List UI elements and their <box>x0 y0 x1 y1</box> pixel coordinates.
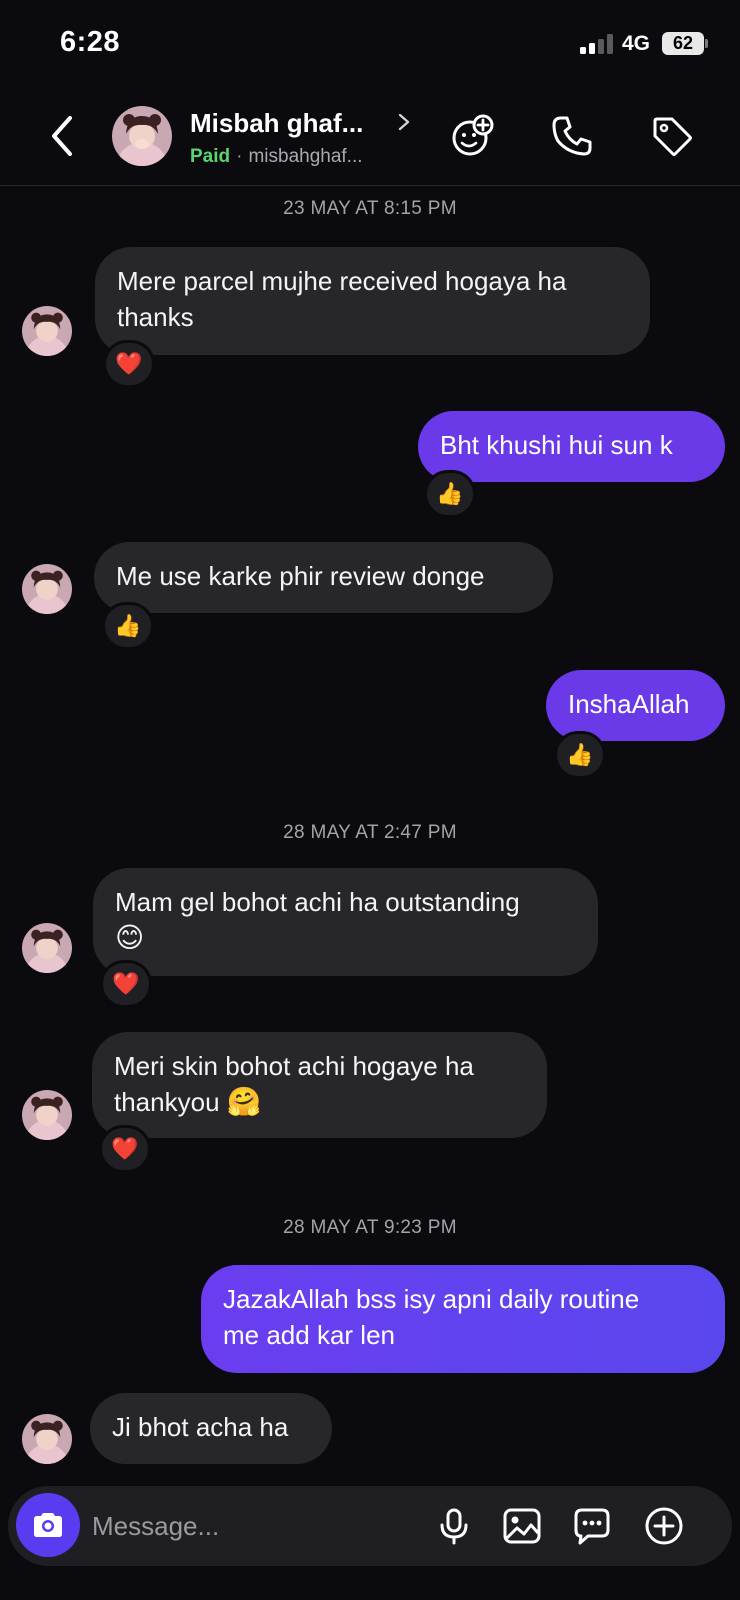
incoming-message[interactable]: Mam gel bohot achi ha outstanding 😊 <box>93 868 598 976</box>
contact-avatar-small[interactable] <box>22 923 72 973</box>
message-text-line: Bht khushi hui sun k <box>440 430 673 460</box>
chevron-right-icon[interactable] <box>396 110 412 134</box>
message-text: thankyou <box>114 1087 220 1117</box>
add-sticker-icon <box>452 114 494 156</box>
outgoing-message[interactable]: JazakAllah bss isy apni daily routine me… <box>201 1265 725 1373</box>
separator-dot: · <box>236 146 243 167</box>
battery-level: 62 <box>672 33 694 53</box>
message-text-line: thanks <box>117 302 194 332</box>
message-text-line: Me use karke phir review donge <box>116 561 485 591</box>
gallery-button[interactable] <box>502 1506 542 1546</box>
message-composer <box>8 1486 732 1566</box>
contact-subtitle: Paid · misbahghaf... <box>190 146 363 168</box>
heart-reaction[interactable]: ❤️ <box>99 1125 151 1173</box>
phone-icon <box>552 116 592 156</box>
incoming-message[interactable]: Ji bhot acha ha <box>90 1393 332 1464</box>
chevron-left-icon <box>52 116 72 156</box>
message-text-line: Mam gel bohot achi ha outstanding <box>115 887 520 917</box>
heart-reaction[interactable]: ❤️ <box>103 340 155 388</box>
contact-avatar-small[interactable] <box>22 564 72 614</box>
plus-circle-icon <box>645 1507 683 1545</box>
avatar-image <box>22 306 72 356</box>
incoming-message[interactable]: Meri skin bohot achi hogaye ha thankyou … <box>92 1032 547 1138</box>
avatar-image <box>22 923 72 973</box>
message-text-line: Ji bhot acha ha <box>112 1412 289 1442</box>
incoming-message[interactable]: Mere parcel mujhe received hogaya ha tha… <box>95 247 650 355</box>
chat-header: Misbah ghaf... Paid · misbahghaf... <box>0 90 740 186</box>
thumbs-up-reaction[interactable]: 👍 <box>424 470 476 518</box>
date-separator: 28 MAY AT 9:23 PM <box>283 1217 457 1238</box>
contact-avatar-small[interactable] <box>22 306 72 356</box>
message-text-line: me add kar len <box>223 1320 395 1350</box>
heart-reaction[interactable]: ❤️ <box>100 960 152 1008</box>
avatar-image <box>22 1414 72 1464</box>
smile-emoji: 😊 <box>115 922 145 953</box>
contact-username: misbahghaf... <box>248 146 363 167</box>
quick-reply-button[interactable] <box>572 1506 612 1546</box>
contact-avatar[interactable] <box>112 106 172 166</box>
message-text-line: InshaAllah <box>568 689 690 719</box>
battery-cap <box>705 39 708 48</box>
outgoing-message[interactable]: InshaAllah <box>546 670 725 741</box>
status-bar: 6:28 4G 62 <box>0 0 740 90</box>
thumbs-up-reaction[interactable]: 👍 <box>554 731 606 779</box>
message-text-line: Mere parcel mujhe received hogaya ha <box>117 266 567 296</box>
date-separator: 28 MAY AT 2:47 PM <box>283 822 457 843</box>
message-text-line: Meri skin bohot achi hogaye ha <box>114 1051 474 1081</box>
image-icon <box>503 1508 541 1544</box>
message-text-line: JazakAllah bss isy apni daily routine <box>223 1284 640 1314</box>
camera-icon <box>34 1513 62 1537</box>
signal-strength-icon <box>580 34 616 54</box>
chat-bubble-icon <box>574 1508 610 1545</box>
voice-message-button[interactable] <box>434 1506 474 1546</box>
more-options-button[interactable] <box>644 1506 684 1546</box>
tag-icon <box>653 117 692 156</box>
message-text-line-with-emoji: thankyou 🤗 <box>114 1084 525 1120</box>
contact-avatar-small[interactable] <box>22 1414 72 1464</box>
status-time: 6:28 <box>60 26 121 58</box>
contact-avatar-small[interactable] <box>22 1090 72 1140</box>
back-button[interactable] <box>42 112 82 160</box>
battery-icon: 62 <box>662 32 704 55</box>
add-sticker-button[interactable] <box>448 112 496 160</box>
camera-button[interactable] <box>16 1493 80 1557</box>
avatar-image <box>22 1090 72 1140</box>
incoming-message[interactable]: Me use karke phir review donge <box>94 542 553 613</box>
avatar-image <box>22 564 72 614</box>
microphone-icon <box>440 1508 468 1545</box>
label-button[interactable] <box>648 112 696 160</box>
outgoing-message[interactable]: Bht khushi hui sun k <box>418 411 725 482</box>
thumbs-up-reaction[interactable]: 👍 <box>102 602 154 650</box>
date-separator: 23 MAY AT 8:15 PM <box>283 198 457 219</box>
contact-name[interactable]: Misbah ghaf... <box>190 108 363 139</box>
hug-emoji: 🤗 <box>226 1086 262 1117</box>
network-type: 4G <box>622 32 651 55</box>
avatar-image <box>112 106 172 166</box>
message-input[interactable] <box>92 1486 392 1566</box>
call-button[interactable] <box>548 112 596 160</box>
paid-label: Paid <box>190 146 231 167</box>
